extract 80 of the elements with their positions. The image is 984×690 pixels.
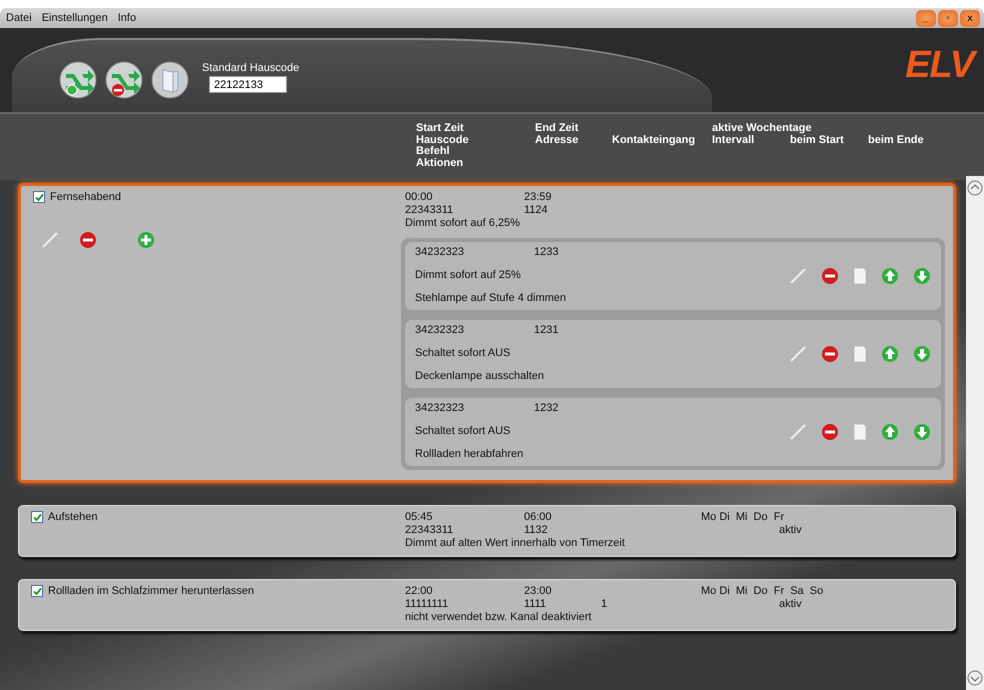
- start-time: 22:00: [405, 585, 434, 598]
- status-text: aktiv: [779, 524, 802, 537]
- hauscode: 34232323: [415, 402, 465, 415]
- hauscode: 22343311: [405, 204, 454, 217]
- menu-item[interactable]: Info: [118, 12, 136, 24]
- address: 1124: [524, 204, 549, 217]
- pencil-icon[interactable]: [789, 266, 807, 284]
- scroll-up-button[interactable]: [967, 180, 983, 196]
- menu-item[interactable]: Einstellungen: [42, 12, 108, 24]
- command-text: Schaltet sofort AUS: [415, 425, 512, 438]
- address: 1232: [534, 402, 558, 415]
- document-icon[interactable]: [853, 422, 867, 440]
- scrollbar[interactable]: [966, 176, 984, 690]
- checkbox[interactable]: [31, 511, 43, 523]
- timer-name: Rollladen im Schlafzimmer herunterlassen: [48, 585, 254, 597]
- timer-name: Aufstehen: [48, 511, 98, 523]
- timer-name: Fernsehabend: [50, 191, 121, 203]
- add-timer-button[interactable]: [58, 60, 98, 100]
- end-time: 06:00: [524, 511, 553, 524]
- checkbox[interactable]: [31, 585, 43, 597]
- end-time: 23:59: [524, 191, 553, 204]
- hauscode: 34232323: [415, 246, 465, 259]
- hauscode-field[interactable]: 22122133: [209, 76, 287, 93]
- action-description: Stehlampe auf Stufe 4 dimmen: [415, 292, 568, 305]
- address: 1132: [524, 524, 549, 537]
- timer-card[interactable]: Aufstehen 05:45 06:00 Mo Di Mi Do Fr 22343311 1132 aktiv Dimmt auf alten Wert innerhalb von Timerzeit: [18, 505, 956, 557]
- end-time: 23:00: [524, 585, 553, 598]
- column-header: aktive Wochentage: [712, 122, 812, 135]
- column-header: Start Zeit: [416, 122, 464, 135]
- column-header: Intervall: [712, 134, 754, 146]
- remove-icon[interactable]: [79, 231, 97, 249]
- column-header: beim Start: [790, 134, 844, 146]
- command-text: Dimmt auf alten Wert innerhalb von Timerzeit: [405, 537, 625, 550]
- action-description: Deckenlampe ausschalten: [415, 370, 546, 383]
- start-time: 00:00: [405, 191, 434, 204]
- delete-timer-button[interactable]: [104, 60, 144, 100]
- document-button[interactable]: [150, 60, 190, 100]
- status-text: aktiv: [779, 598, 802, 611]
- hauscode-label: Standard Hauscode: [202, 62, 300, 74]
- action-card[interactable]: 34232323 1232 Schaltet sofort AUS Rollladen herabfahren: [405, 398, 941, 466]
- contact-number: 1: [601, 598, 608, 610]
- close-button[interactable]: x: [960, 10, 980, 26]
- command-text: Dimmt sofort auf 25%: [415, 269, 522, 282]
- column-header: Aktionen: [416, 156, 464, 170]
- address: 1233: [534, 246, 558, 259]
- document-icon[interactable]: [853, 266, 867, 284]
- command-text: Schaltet sofort AUS: [415, 347, 512, 360]
- address: 1111: [524, 598, 548, 611]
- action-description: Rollladen herabfahren: [415, 448, 524, 461]
- checkbox[interactable]: [33, 191, 45, 203]
- document-icon[interactable]: [853, 344, 867, 362]
- hauscode: 22343311: [405, 524, 454, 537]
- column-header: Hauscode: [416, 134, 469, 146]
- hauscode: 11111111: [405, 598, 450, 611]
- remove-icon[interactable]: [821, 266, 839, 284]
- hauscode: 34232323: [415, 324, 465, 337]
- column-header: Adresse: [535, 134, 578, 146]
- maximize-button[interactable]: ▫: [938, 10, 958, 26]
- scroll-down-button[interactable]: [967, 670, 983, 686]
- command-text: nicht verwendet bzw. Kanal deaktiviert: [405, 611, 592, 624]
- command-text: Dimmt sofort auf 6,25%: [405, 217, 520, 230]
- action-card[interactable]: 34232323 1233 Dimmt sofort auf 25% Stehlampe auf Stufe 4 dimmen: [405, 242, 941, 310]
- pencil-icon[interactable]: [41, 231, 59, 249]
- remove-icon[interactable]: [821, 422, 839, 440]
- remove-icon[interactable]: [821, 344, 839, 362]
- action-card[interactable]: 34232323 1231 Schaltet sofort AUS Deckenlampe ausschalten: [405, 320, 941, 388]
- address: 1231: [534, 324, 558, 337]
- pencil-icon[interactable]: [789, 422, 807, 440]
- weekdays: Mo Di Mi Do Fr Sa So: [701, 585, 824, 598]
- minimize-button[interactable]: _: [916, 10, 936, 26]
- weekdays: Mo Di Mi Do Fr: [701, 511, 784, 524]
- column-header: End Zeit: [535, 122, 578, 135]
- pencil-icon[interactable]: [789, 344, 807, 362]
- column-header: Kontakteingang: [612, 134, 696, 146]
- start-time: 05:45: [405, 511, 434, 524]
- column-header: beim Ende: [868, 134, 924, 146]
- timer-card[interactable]: Rollladen im Schlafzimmer herunterlassen 22:00 23:00 Mo Di Mi Do Fr Sa So 11111111 1111 1 aktiv nicht verwendet bzw. Kanal deaktiviert: [18, 579, 956, 631]
- column-header: Befehl: [416, 145, 450, 158]
- menu-item[interactable]: Datei: [6, 12, 32, 24]
- add-icon[interactable]: [137, 231, 155, 249]
